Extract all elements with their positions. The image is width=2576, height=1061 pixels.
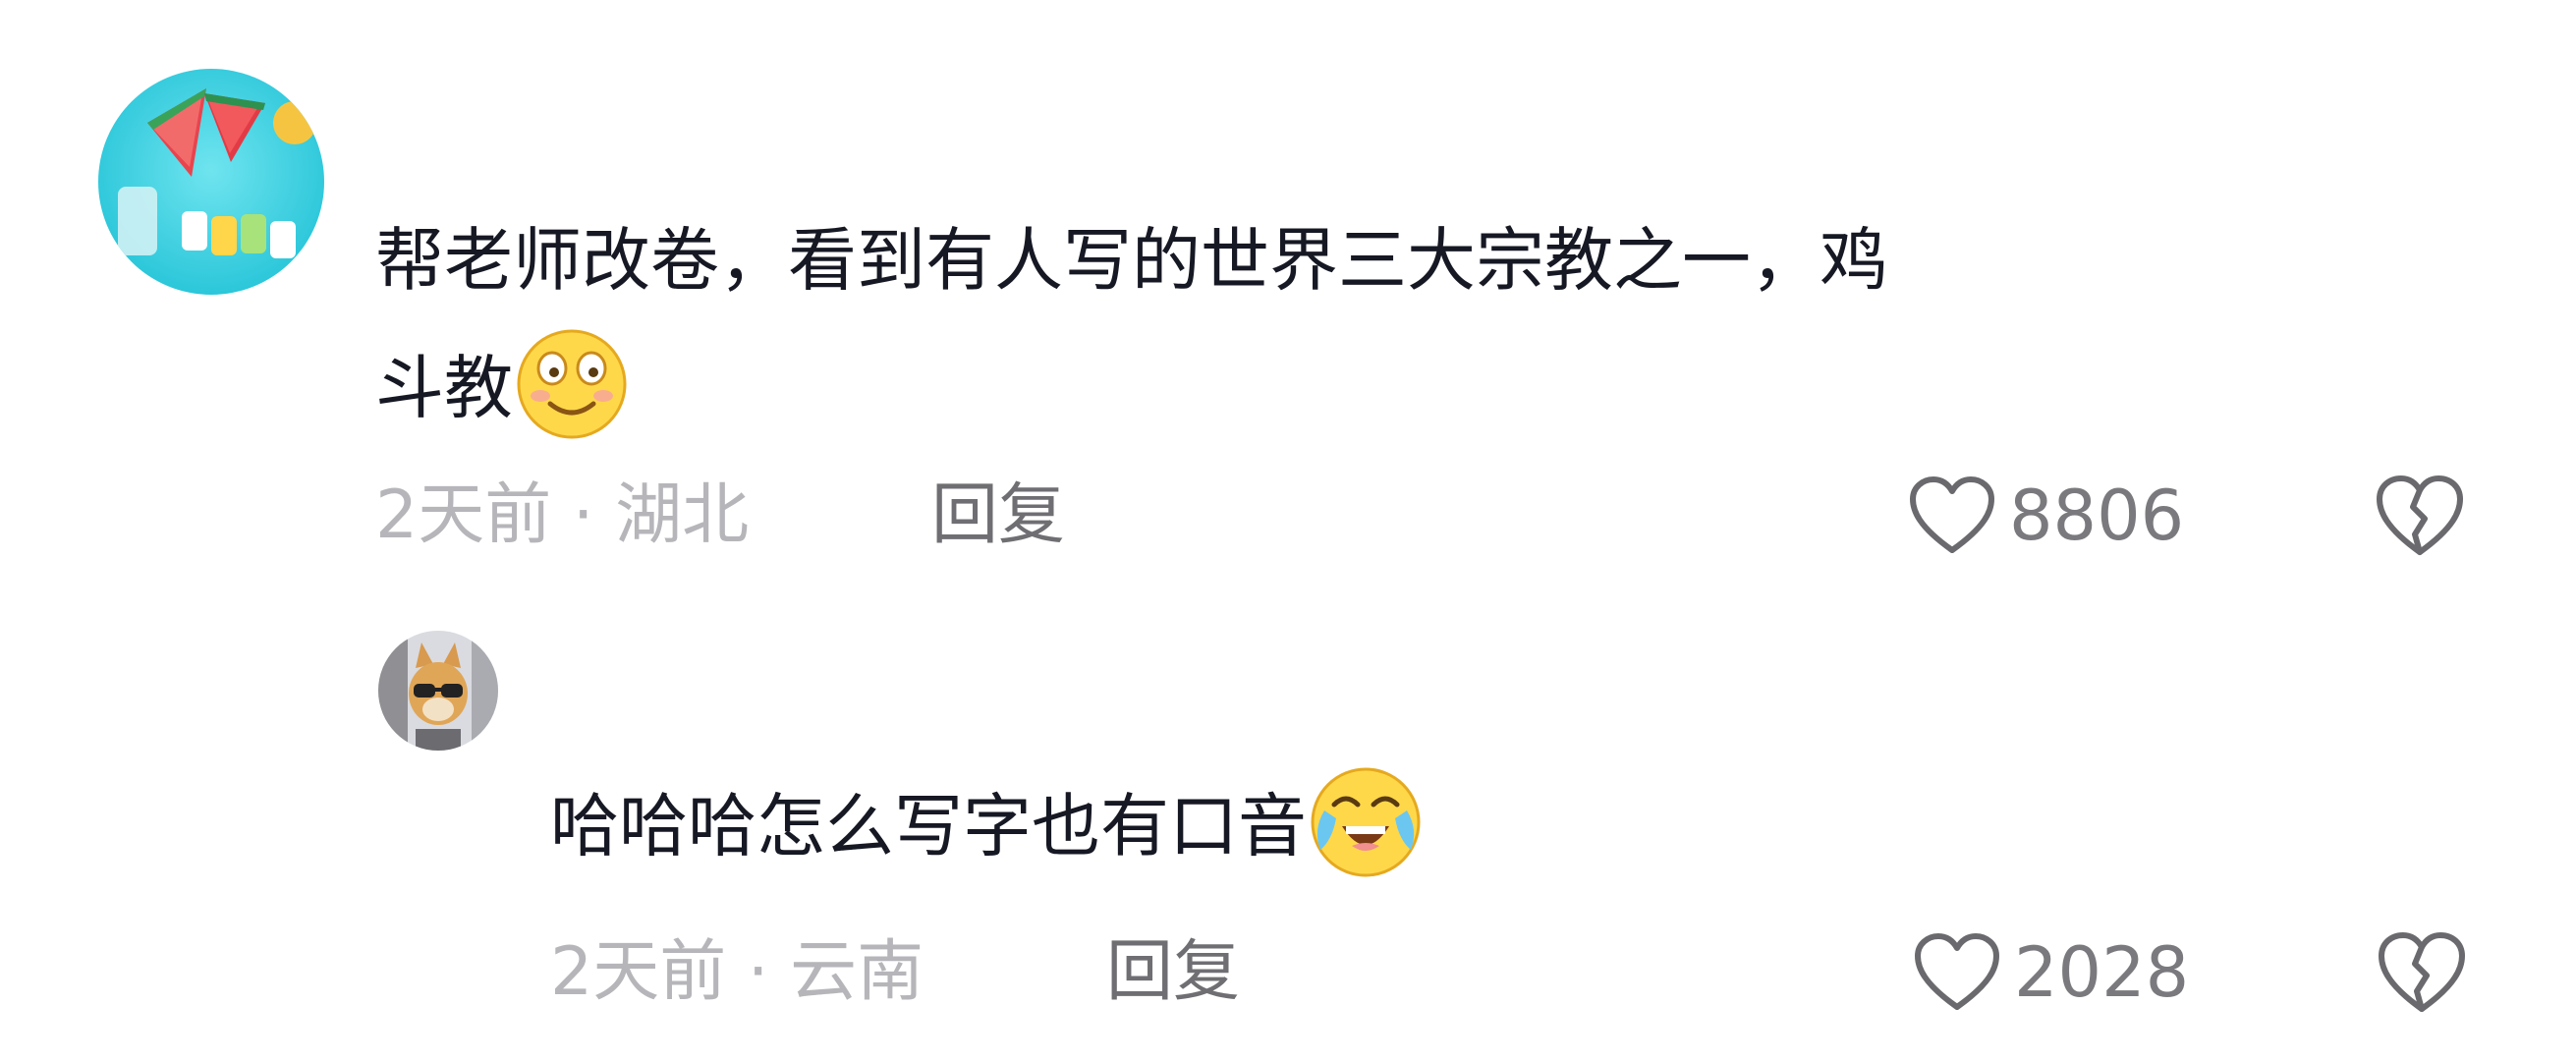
like-button[interactable]: 8806 [1909, 472, 2184, 560]
smiling-face-emoji [513, 323, 631, 441]
comment-meta: 2天前 · 云南 [550, 933, 924, 1011]
comment-meta: 2天前 · 湖北 [375, 476, 750, 554]
dislike-button[interactable] [2376, 474, 2464, 558]
heart-outline-icon [1915, 933, 1999, 1010]
laughing-crying-face-emoji [1307, 761, 1425, 879]
heart-outline-icon [1910, 476, 1994, 553]
dislike-button[interactable] [2378, 930, 2466, 1015]
broken-heart-icon [2379, 932, 2465, 1012]
comment-text: 哈哈哈怎么写字也有口音 [550, 761, 1827, 889]
comment-text-line: 哈哈哈怎么写字也有口音 [550, 786, 1307, 866]
avatar[interactable] [98, 69, 324, 295]
watermelon-avatar-image [98, 69, 324, 295]
comment-text: 帮老师改卷，看到有人写的世界三大宗教之一，鸡 斗教 [375, 197, 2468, 451]
like-count: 2028 [2014, 932, 2190, 1013]
broken-heart-icon [2377, 475, 2463, 555]
avatar[interactable] [378, 631, 498, 751]
cat-sunglasses-avatar-image [378, 631, 498, 751]
reply-button[interactable]: 回复 [931, 472, 1065, 560]
like-count: 8806 [2009, 475, 2185, 556]
reply-button[interactable]: 回复 [1106, 928, 1240, 1017]
like-button[interactable]: 2028 [1914, 928, 2189, 1017]
comment-text-line: 帮老师改卷，看到有人写的世界三大宗教之一，鸡 [375, 220, 1888, 301]
comment-text-line: 斗教 [375, 348, 513, 428]
